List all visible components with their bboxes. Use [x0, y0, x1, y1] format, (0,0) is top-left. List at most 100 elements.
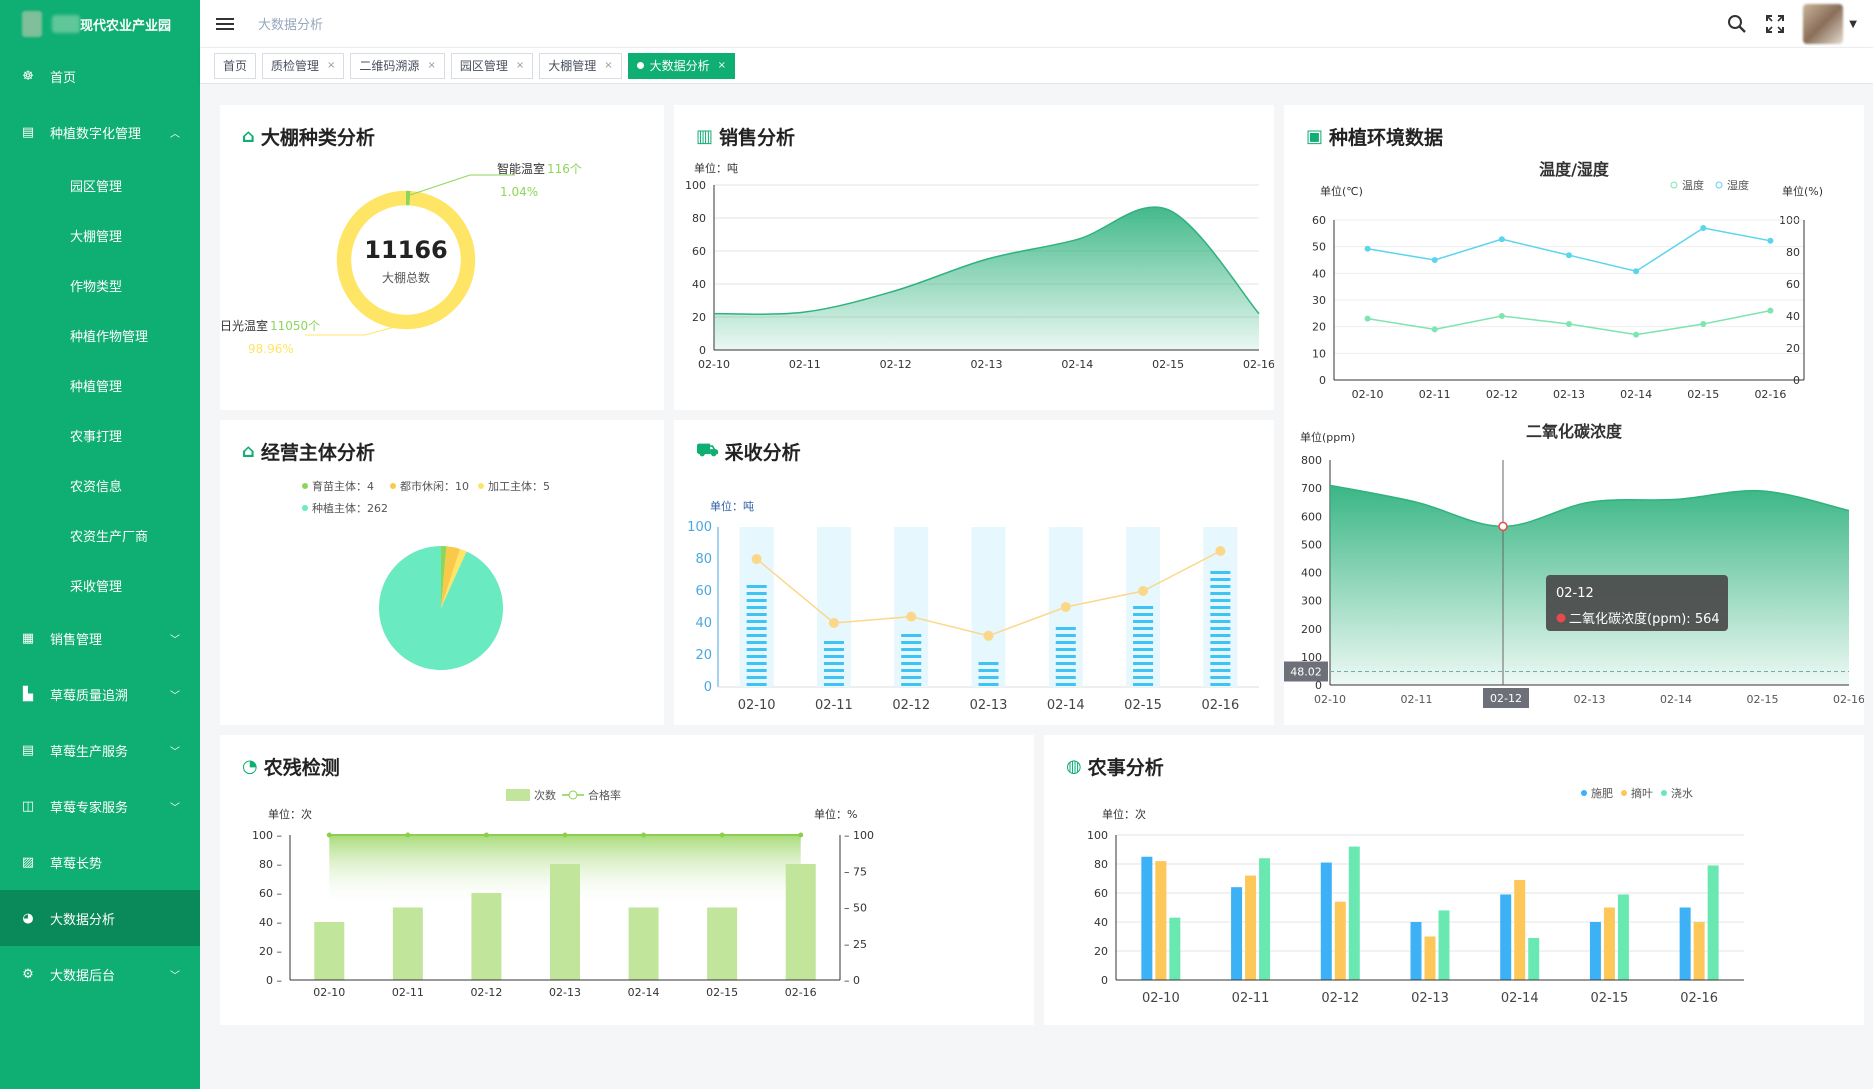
- sidebar-subitem[interactable]: 农资信息: [0, 460, 200, 510]
- tab[interactable]: 质检管理 ×: [262, 52, 345, 79]
- sidebar-item[interactable]: ▙ 草莓质量追溯 ﹀: [0, 666, 200, 722]
- breadcrumb[interactable]: 大数据分析: [258, 14, 323, 33]
- bar: [1589, 922, 1601, 980]
- bar: [1334, 901, 1346, 980]
- y-tick-label: 0: [1101, 974, 1108, 987]
- y-tick-label: 0: [1319, 374, 1326, 387]
- x-tick-label: 02-10: [738, 698, 776, 713]
- avatar[interactable]: [1803, 4, 1844, 44]
- y-tick-label: 30: [1312, 294, 1326, 307]
- sidebar-item[interactable]: ◕ 大数据分析: [0, 890, 200, 946]
- tab[interactable]: 园区管理 ×: [450, 52, 534, 79]
- tab[interactable]: 首页: [214, 52, 257, 79]
- sidebar-subitem[interactable]: 种植管理: [0, 360, 200, 410]
- sidebar-item[interactable]: ▤ 草莓生产服务 ﹀: [0, 722, 200, 778]
- brand-name: 现代农业产业园: [80, 18, 172, 34]
- x-tick-label: 02-16: [1243, 358, 1274, 371]
- sidebar-subitem[interactable]: 农事打理: [0, 410, 200, 460]
- sidebar-subitem[interactable]: 园区管理: [0, 160, 200, 210]
- bar-segment: [746, 641, 767, 644]
- y-tick-label: 80: [1786, 246, 1800, 259]
- bar-segment: [1210, 571, 1231, 574]
- x-tick-label: 02-16: [1833, 693, 1864, 706]
- sidebar-menu: ☸ 首页 ▤ 种植数字化管理 ︿ 园区管理 大棚管理 作物类型 种植作物管理 种植管理 农事打理 农资…: [0, 48, 200, 1002]
- data-point: [483, 832, 489, 838]
- tab[interactable]: 大棚管理 ×: [539, 52, 622, 79]
- bar: [1438, 910, 1450, 980]
- sidebar-item[interactable]: ▨ 草莓长势: [0, 834, 200, 890]
- close-icon[interactable]: ×: [516, 60, 524, 71]
- card-greenhouse: ⌂ 大棚种类分析 11166 大棚总数 智能温室 116个 1.04% 日光温室 11050个…: [220, 105, 664, 410]
- bar-segment: [746, 627, 767, 630]
- data-point: [828, 618, 839, 628]
- bar-segment: [901, 641, 922, 644]
- y-tick-label: 40: [695, 616, 712, 631]
- y-tick-label: 200: [1301, 623, 1322, 636]
- y-tick-label: 80: [1094, 858, 1108, 871]
- data-point: [405, 832, 411, 838]
- data-point: [798, 832, 804, 838]
- close-icon[interactable]: ×: [327, 60, 335, 71]
- hamburger-icon[interactable]: [216, 15, 234, 33]
- sidebar-item-label: 大数据后台: [50, 968, 116, 984]
- x-tick-label: 02-14: [1047, 698, 1085, 713]
- x-tick-label: 02-12: [1321, 991, 1359, 1006]
- sidebar-item-label: 首页: [50, 70, 77, 86]
- tab[interactable]: 二维码溯源 ×: [350, 52, 445, 79]
- harvest-bar-chart: 单位：吨 0 20 40 60 80 100 02-10 02-11 02-12 02-13 02-1…: [687, 499, 1259, 713]
- bar: [1259, 858, 1271, 980]
- sidebar-subitem[interactable]: 作物类型: [0, 260, 200, 310]
- tab[interactable]: 大数据分析 ×: [627, 52, 736, 79]
- tooltip-marker: [1556, 613, 1566, 623]
- bar-segment: [1133, 634, 1154, 637]
- sidebar-item[interactable]: ◫ 草莓专家服务 ﹀: [0, 778, 200, 834]
- bar-segment: [1210, 585, 1231, 588]
- legend-marker: [1581, 790, 1587, 796]
- bar: [1679, 907, 1691, 980]
- bar-segment: [978, 683, 999, 686]
- bar-segment: [746, 655, 767, 658]
- bar-segment: [1055, 683, 1076, 686]
- bar-segment: [1055, 662, 1076, 665]
- sidebar-item[interactable]: ⚙ 大数据后台 ﹀: [0, 946, 200, 1002]
- y-tick-label: – 0: [844, 974, 860, 987]
- y-tick-label: – 75: [844, 865, 867, 878]
- sidebar-subitem[interactable]: 农资生产厂商: [0, 510, 200, 560]
- bar-segment: [1133, 606, 1154, 609]
- sidebar-subitem[interactable]: 大棚管理: [0, 210, 200, 260]
- bar-segment: [1210, 578, 1231, 581]
- chevron-icon: ﹀: [170, 634, 180, 646]
- chevron-down-icon[interactable]: ▼: [1849, 19, 1857, 30]
- bar: [314, 922, 345, 980]
- bar-segment: [1210, 655, 1231, 658]
- area-fill: [714, 207, 1259, 350]
- data-point: [1364, 245, 1371, 252]
- x-tick-label: 02-13: [971, 358, 1003, 371]
- legend-marker: [478, 483, 484, 489]
- chevron-icon: ﹀: [170, 802, 180, 814]
- sidebar-item[interactable]: ▦ 销售管理 ﹀: [0, 610, 200, 666]
- bar-segment: [1055, 634, 1076, 637]
- x-tick-label: 02-10: [1352, 388, 1384, 401]
- search-icon[interactable]: [1727, 14, 1747, 34]
- close-icon[interactable]: ×: [718, 60, 726, 71]
- fullscreen-icon[interactable]: [1765, 14, 1785, 34]
- unit-label: 单位：吨: [694, 161, 738, 175]
- tooltip-label: 二氧化碳浓度(ppm): 564: [1569, 611, 1720, 627]
- tab-label: 首页: [223, 59, 248, 73]
- sidebar-subitem[interactable]: 采收管理: [0, 560, 200, 610]
- close-icon[interactable]: ×: [604, 60, 612, 71]
- bar-segment: [1210, 599, 1231, 602]
- env-charts: 温度/湿度单位(℃)单位(%)温度湿度010203040506002040608…: [1284, 160, 1864, 708]
- topbar: 大数据分析 ▼: [200, 0, 1873, 48]
- close-icon[interactable]: ×: [427, 60, 435, 71]
- bar-segment: [1210, 620, 1231, 623]
- x-tick-label: 02-11: [1401, 693, 1433, 706]
- bar-segment: [823, 662, 844, 665]
- sidebar-item[interactable]: ▤ 种植数字化管理 ︿: [0, 104, 200, 160]
- sidebar-item[interactable]: ☸ 首页: [0, 48, 200, 104]
- x-tick-label: 02-13: [1411, 991, 1449, 1006]
- sidebar-subitem[interactable]: 种植作物管理: [0, 310, 200, 360]
- y-tick-label: – 25: [844, 938, 867, 951]
- data-point: [1633, 268, 1640, 275]
